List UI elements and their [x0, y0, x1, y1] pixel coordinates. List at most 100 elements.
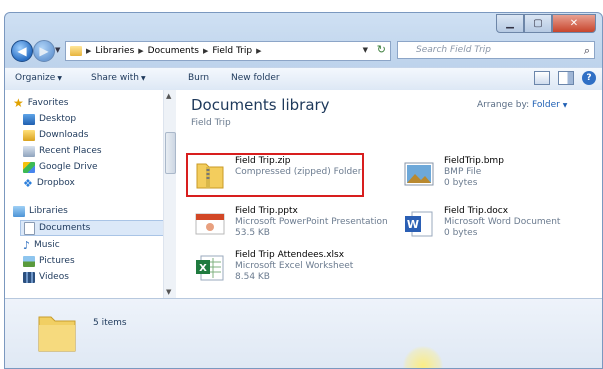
nav-item-downloads[interactable]: Downloads [23, 128, 88, 142]
svg-text:W: W [407, 218, 419, 231]
refresh-icon[interactable]: ↻ [377, 43, 386, 56]
file-type: Microsoft Word Document [444, 217, 561, 227]
videos-icon [23, 271, 35, 283]
breadcrumb-field-trip[interactable]: Field Trip [212, 46, 252, 56]
downloads-icon [23, 129, 35, 141]
word-icon: W [405, 211, 433, 237]
forward-button[interactable]: ▶ [33, 40, 55, 62]
address-row: ◀ ▶ ▼ ▶ Libraries ▶ Documents ▶ Field Tr… [5, 39, 602, 63]
share-with-menu[interactable]: Share with ▼ [91, 73, 146, 83]
breadcrumb-separator[interactable]: ▶ [86, 47, 91, 55]
nav-item-dropbox[interactable]: ❖ Dropbox [23, 176, 75, 190]
pictures-icon [23, 255, 35, 267]
file-item-docx[interactable]: W Field Trip.docx Microsoft Word Documen… [402, 206, 602, 242]
change-view-icon[interactable] [534, 71, 550, 85]
nav-favorites[interactable]: ★ Favorites [13, 96, 68, 110]
star-icon: ★ [13, 96, 24, 110]
nav-libraries[interactable]: Libraries [13, 204, 68, 218]
scroll-thumb[interactable] [165, 132, 176, 174]
chevron-down-icon: ▼ [57, 75, 62, 82]
organize-menu[interactable]: Organize ▼ [15, 73, 62, 83]
file-size: 8.54 KB [235, 272, 270, 282]
folder-icon [70, 46, 82, 56]
preview-pane-icon[interactable] [558, 71, 574, 85]
new-folder-button[interactable]: New folder [231, 73, 280, 83]
command-bar: Organize ▼ Share with ▼ Burn New folder ? [5, 67, 602, 91]
nav-item-recent-places[interactable]: Recent Places [23, 144, 102, 158]
toolbar-right: ? [534, 71, 596, 85]
file-text: FieldTrip.bmp BMP File 0 bytes [444, 156, 504, 189]
scroll-down-icon[interactable]: ▼ [166, 288, 171, 296]
nav-item-videos[interactable]: Videos [23, 270, 69, 284]
file-item-pptx[interactable]: Field Trip.pptx Microsoft PowerPoint Pre… [193, 206, 393, 242]
file-type: BMP File [444, 167, 482, 177]
help-icon[interactable]: ? [582, 71, 596, 85]
file-type: Microsoft PowerPoint Presentation [235, 217, 388, 227]
items-count: 5 items [93, 318, 127, 328]
file-text: Field Trip.docx Microsoft Word Document … [444, 206, 560, 239]
nav-item-label: Pictures [39, 256, 75, 266]
desktop-icon [23, 113, 35, 125]
burn-button[interactable]: Burn [188, 73, 209, 83]
back-button[interactable]: ◀ [11, 40, 33, 62]
music-icon: ♪ [23, 238, 31, 252]
file-size: 0 bytes [444, 228, 478, 238]
minimize-button[interactable]: ▁ [496, 14, 524, 33]
address-history-dropdown[interactable]: ▼ [363, 46, 368, 54]
excel-icon: X [196, 255, 224, 281]
window-controls: ▁ ▢ ✕ [496, 14, 596, 33]
file-name: Field Trip Attendees.xlsx [235, 250, 345, 260]
nav-item-documents[interactable]: Documents [20, 220, 165, 236]
powerpoint-icon [195, 213, 225, 235]
nav-item-label: Music [34, 240, 60, 250]
nav-item-music[interactable]: ♪ Music [23, 238, 60, 252]
chevron-down-icon: ▼ [562, 102, 568, 109]
bmp-image-icon [404, 162, 434, 186]
nav-item-label: Downloads [39, 130, 89, 140]
file-size: 53.5 KB [235, 228, 270, 238]
nav-item-desktop[interactable]: Desktop [23, 112, 76, 126]
breadcrumb-libraries[interactable]: Libraries [95, 46, 134, 56]
nav-item-google-drive[interactable]: Google Drive [23, 160, 98, 174]
arrange-by-label: Arrange by: [477, 100, 530, 110]
share-with-label: Share with [91, 73, 139, 83]
file-item-bmp[interactable]: FieldTrip.bmp BMP File 0 bytes [402, 156, 602, 192]
file-item-xlsx[interactable]: X Field Trip Attendees.xlsx Microsoft Ex… [193, 250, 393, 286]
maximize-button[interactable]: ▢ [524, 14, 552, 33]
nav-item-label: Dropbox [36, 178, 75, 188]
file-text: Field Trip Attendees.xlsx Microsoft Exce… [235, 250, 353, 283]
nav-item-label: Google Drive [39, 162, 98, 172]
library-title: Documents library [191, 96, 330, 114]
library-subtitle: Field Trip [191, 118, 231, 128]
search-input[interactable]: Search Field Trip ⌕ [397, 41, 595, 59]
nav-item-label: Desktop [39, 114, 77, 124]
documents-icon [24, 221, 35, 235]
title-bar: ▁ ▢ ✕ [5, 13, 602, 39]
navigation-pane: ★ Favorites Desktop Downloads Recent Pla… [5, 90, 176, 298]
explorer-window: ▁ ▢ ✕ ◀ ▶ ▼ ▶ Libraries ▶ Documents ▶ Fi… [4, 12, 603, 369]
arrange-by-value[interactable]: Folder [532, 100, 560, 110]
svg-text:X: X [199, 263, 207, 274]
folder-icon [38, 316, 76, 352]
file-type: Microsoft Excel Worksheet [235, 261, 354, 271]
search-icon[interactable]: ⌕ [584, 43, 590, 59]
nav-item-pictures[interactable]: Pictures [23, 254, 75, 268]
breadcrumb-separator[interactable]: ▶ [138, 47, 143, 55]
nav-scrollbar[interactable]: ▲ ▼ [163, 90, 176, 298]
google-drive-icon [23, 161, 35, 173]
nav-libraries-label: Libraries [29, 206, 68, 216]
nav-item-label: Recent Places [39, 146, 102, 156]
arrange-by[interactable]: Arrange by: Folder ▼ [477, 100, 567, 110]
address-bar[interactable]: ▶ Libraries ▶ Documents ▶ Field Trip ▶ ▼… [65, 41, 391, 61]
breadcrumb-separator[interactable]: ▶ [203, 47, 208, 55]
nav-item-label: Documents [39, 223, 91, 233]
selection-highlight-box [186, 153, 364, 197]
libraries-icon [13, 205, 25, 217]
scroll-up-icon[interactable]: ▲ [166, 92, 171, 100]
search-placeholder: Search Field Trip [416, 45, 491, 55]
recent-pages-dropdown[interactable]: ▼ [55, 46, 60, 54]
close-button[interactable]: ✕ [552, 14, 596, 33]
breadcrumb-separator[interactable]: ▶ [256, 47, 261, 55]
file-list-pane: Documents library Field Trip Arrange by:… [177, 90, 602, 298]
breadcrumb-documents[interactable]: Documents [148, 46, 199, 56]
